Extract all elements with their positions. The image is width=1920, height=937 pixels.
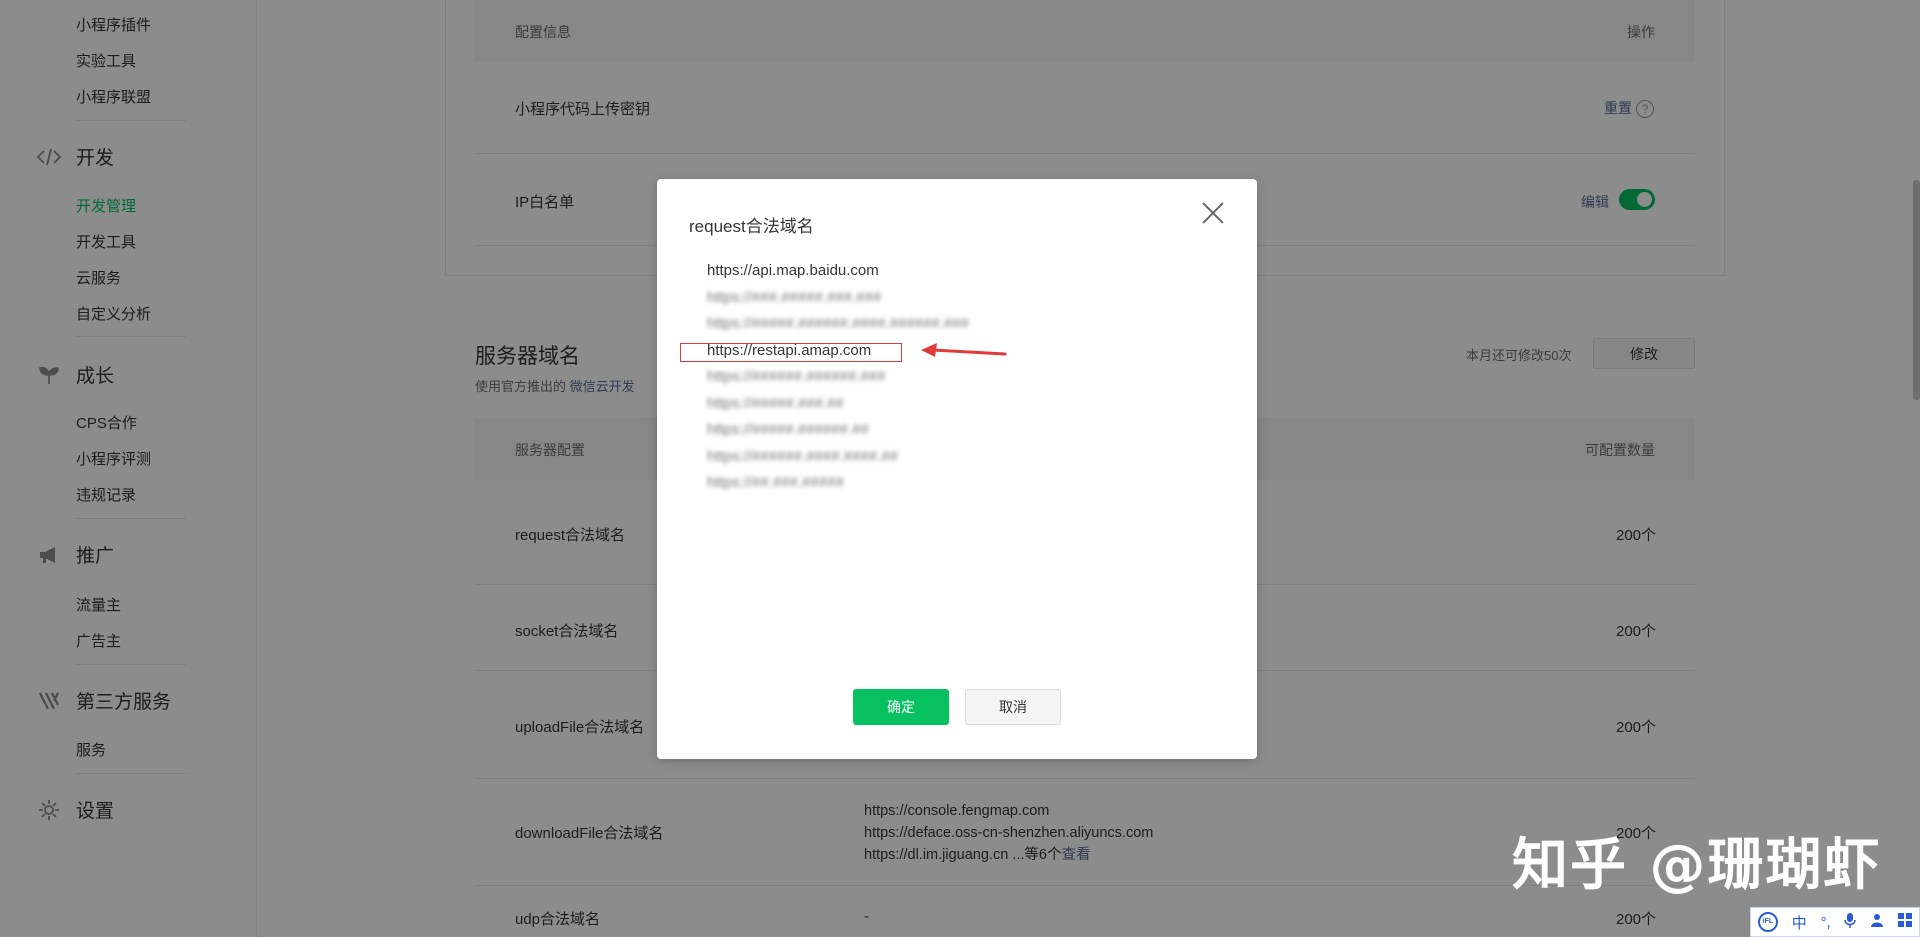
- highlight-box: [680, 343, 902, 362]
- domain-item-blurred: https://######.####.####.##: [707, 447, 899, 465]
- dialog-title: request合法域名: [689, 217, 814, 236]
- grid-icon[interactable]: [1898, 913, 1913, 931]
- close-icon[interactable]: [1201, 201, 1225, 225]
- confirm-button[interactable]: 确定: [853, 689, 949, 725]
- domain-item-blurred: https://######.######.###: [707, 368, 886, 385]
- ime-punct-toggle[interactable]: °,: [1821, 914, 1831, 931]
- ime-toolbar[interactable]: iFL 中 °,: [1750, 907, 1920, 937]
- domain-item-blurred: https://###.#####.###.###: [707, 288, 882, 306]
- ime-lang-toggle[interactable]: 中: [1792, 912, 1807, 933]
- ime-logo-icon[interactable]: iFL: [1757, 912, 1778, 932]
- domain-item-blurred: https://#####.###.##: [707, 394, 844, 412]
- mic-icon[interactable]: [1844, 912, 1857, 932]
- zhihu-watermark: 知乎 @珊瑚虾: [1512, 833, 1882, 898]
- domain-item-blurred: https://#####.######.##: [707, 421, 869, 438]
- cancel-button[interactable]: 取消: [965, 689, 1061, 725]
- domain-item-blurred: https://##.###.#####: [707, 474, 844, 491]
- domain-list: https://api.map.baidu.com https://###.##…: [707, 262, 969, 501]
- domain-item-blurred: https://#####.######.####.######.###: [707, 315, 969, 332]
- request-domain-dialog: request合法域名 https://api.map.baidu.com ht…: [657, 179, 1257, 759]
- user-icon[interactable]: [1870, 913, 1884, 931]
- red-arrow-icon: [921, 343, 1007, 357]
- domain-item: https://api.map.baidu.com: [707, 262, 879, 279]
